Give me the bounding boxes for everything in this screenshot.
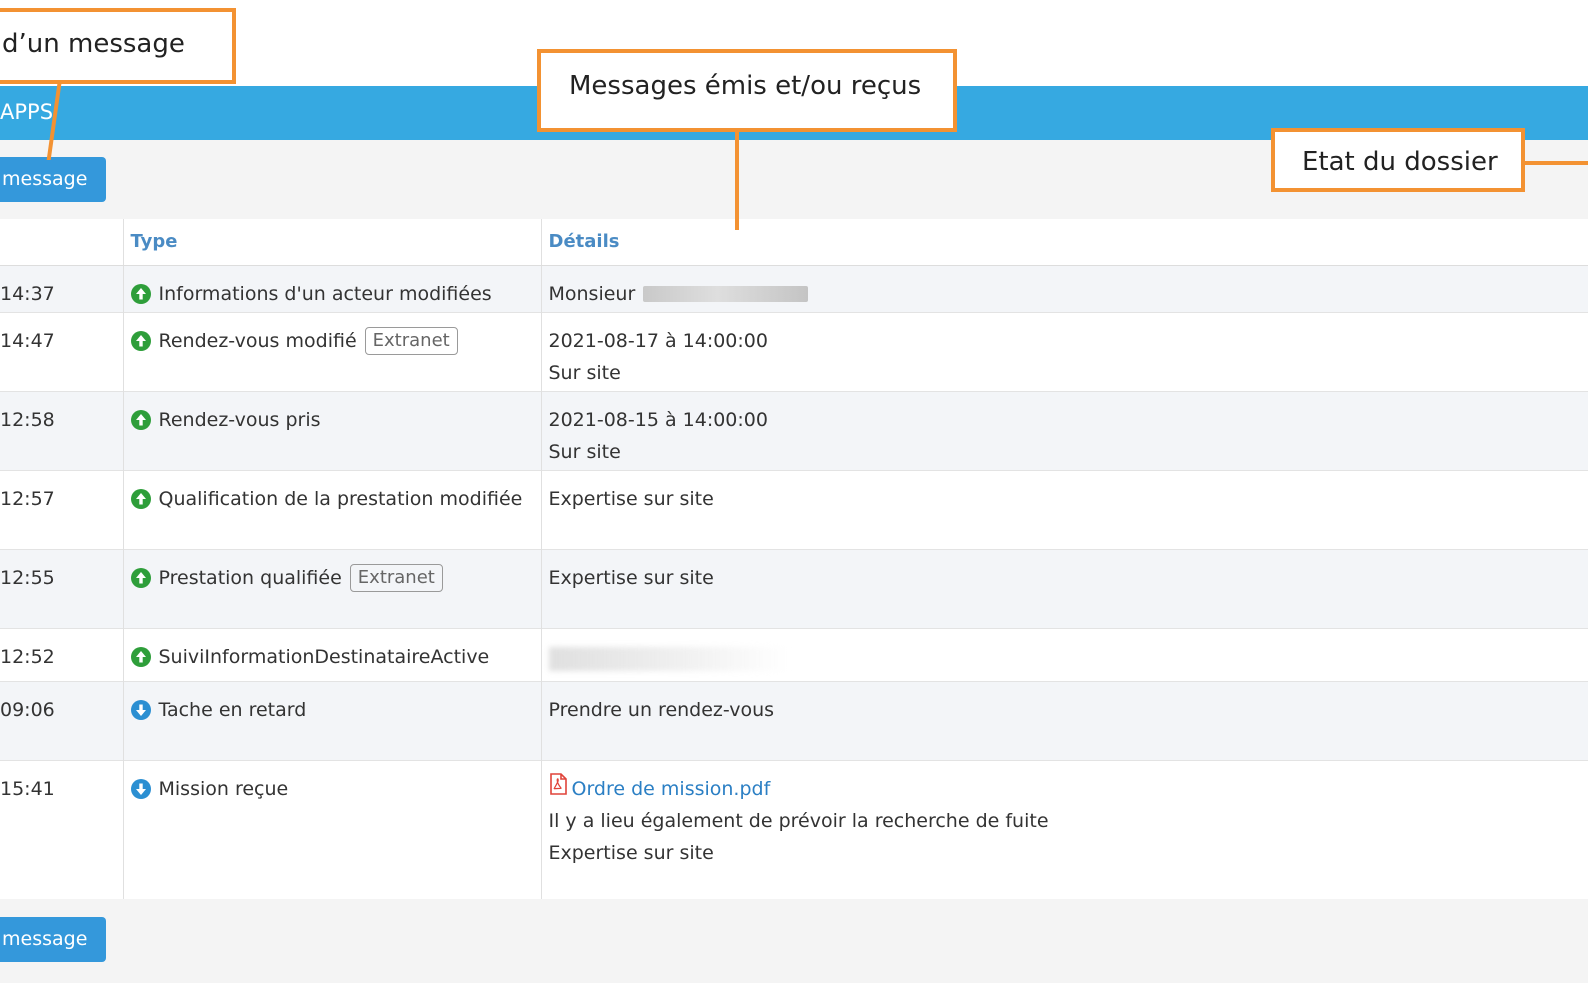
arrow-down-circle-icon [130, 778, 151, 799]
callout-message-sending-text: d’un message [2, 29, 185, 59]
table-row: 09:06 Tache en retard Prendre un rendez-vo… [0, 680, 1588, 760]
arrow-up-circle-icon [130, 409, 151, 430]
table-row: 12:58 Rendez-vous pris 2021-08-15 à 14:00:… [0, 390, 1588, 470]
row-details: Monsieur [540, 264, 1588, 312]
callout-file-status: Etat du dossier [1271, 128, 1525, 192]
callout-file-status-text: Etat du dossier [1302, 147, 1498, 177]
table-row: 12:57 Qualification de la prestation modi… [0, 469, 1588, 549]
row-type: Mission reçue [122, 759, 541, 903]
row-time: 12:52 [0, 627, 123, 681]
row-type: Tache en retard [122, 680, 541, 760]
extranet-tag: Extranet [364, 326, 458, 355]
detail-line: Expertise sur site [549, 562, 1588, 594]
callout-leader-status [1525, 161, 1588, 165]
row-type: Prestation qualifiée Extranet [122, 548, 541, 628]
row-type-label: SuiviInformationDestinataireActive [158, 645, 490, 668]
table-row: 14:37 Informations d'un acteur modifiées M… [0, 264, 1588, 312]
send-message-button-top[interactable]: message [0, 157, 106, 202]
detail-text: Prendre un rendez-vous [548, 698, 775, 721]
table-row: 12:52 SuiviInformationDestinataireActive [0, 627, 1588, 681]
row-time: 12:55 [0, 548, 123, 628]
arrow-up-circle-icon [130, 330, 151, 351]
detail-text: Expertise sur site [548, 566, 714, 589]
app-title: APPS [0, 100, 54, 124]
row-details: Prendre un rendez-vous [540, 680, 1588, 760]
pdf-file-icon [549, 773, 567, 805]
row-type: Rendez-vous pris [122, 390, 541, 470]
message-history-table: Type Détails 14:37 Informations d'un acte… [0, 219, 1588, 903]
detail-text: Sur site [548, 361, 621, 384]
detail-text: Expertise sur site [548, 487, 714, 510]
row-details: 2021-08-17 à 14:00:00 Sur site [540, 311, 1588, 391]
row-type-label: Rendez-vous pris [158, 408, 321, 431]
redacted-name [643, 286, 809, 302]
detail-text: Il y a lieu également de prévoir la rech… [548, 810, 1049, 832]
column-header-details: Détails [540, 219, 1588, 266]
row-type-label: Tache en retard [158, 698, 307, 721]
callout-message-sending: d’un message [0, 8, 236, 84]
detail-text: Expertise sur site [548, 842, 714, 864]
table-header-row: Type Détails [0, 219, 1588, 266]
arrow-up-circle-icon [130, 283, 151, 304]
arrow-up-circle-icon [130, 488, 151, 509]
row-type-label: Mission reçue [158, 777, 289, 800]
row-details: Expertise sur site [540, 548, 1588, 628]
row-time: 12:58 [0, 390, 123, 470]
table-row: 15:41 Mission reçue Ordre de mission.pdf Il… [0, 759, 1588, 903]
detail-line: Expertise sur site [549, 837, 1588, 869]
detail-line: 2021-08-17 à 14:00:00 [549, 325, 1588, 357]
detail-line: Expertise sur site [549, 483, 1588, 515]
callout-messages-text: Messages émis et/ou reçus [569, 71, 922, 101]
arrow-up-circle-icon [130, 646, 151, 667]
detail-line: Il y a lieu également de prévoir la rech… [549, 805, 1588, 837]
row-time: 09:06 [0, 680, 123, 760]
row-type-label: Rendez-vous modifié [158, 329, 357, 352]
row-type-label: Informations d'un acteur modifiées [158, 282, 492, 305]
send-message-button-bottom[interactable]: message [0, 917, 106, 962]
row-time: 14:47 [0, 311, 123, 391]
row-type: SuiviInformationDestinataireActive [122, 627, 541, 681]
row-type: Informations d'un acteur modifiées [122, 264, 541, 312]
table-row: 14:47 Rendez-vous modifié Extranet 2021-08-… [0, 311, 1588, 391]
detail-line: 2021-08-15 à 14:00:00 [549, 404, 1588, 436]
row-time: 14:37 [0, 264, 123, 312]
row-type-label: Qualification de la prestation modifiée [158, 487, 523, 510]
pdf-attachment-link[interactable]: Ordre de mission.pdf [549, 773, 1588, 806]
column-header-type: Type [122, 219, 541, 266]
history-screen: APPS message Type Détails 14:37 Informati… [0, 0, 1588, 983]
row-time: 12:57 [0, 469, 123, 549]
row-type-label: Prestation qualifiée [158, 566, 342, 589]
arrow-up-circle-icon [130, 567, 151, 588]
detail-text: 2021-08-17 à 14:00:00 [548, 329, 768, 352]
detail-line: Prendre un rendez-vous [549, 694, 1588, 726]
row-time: 15:41 [0, 759, 123, 903]
extranet-tag: Extranet [349, 563, 443, 592]
detail-text: Monsieur [548, 282, 636, 305]
detail-line: Sur site [549, 357, 1588, 389]
callout-messages-sent-received: Messages émis et/ou reçus [537, 49, 957, 132]
row-details [540, 627, 1588, 681]
row-details: Expertise sur site [540, 469, 1588, 549]
detail-text: Sur site [548, 440, 621, 463]
pdf-attachment-name[interactable]: Ordre de mission.pdf [572, 778, 771, 800]
row-details: 2021-08-15 à 14:00:00 Sur site [540, 390, 1588, 470]
column-header-time [0, 219, 123, 266]
bottom-toolbar [0, 899, 1588, 983]
detail-text: 2021-08-15 à 14:00:00 [548, 408, 768, 431]
detail-line: Monsieur [549, 278, 1588, 310]
row-type: Rendez-vous modifié Extranet [122, 311, 541, 391]
table-row: 12:55 Prestation qualifiée Extranet Experti… [0, 548, 1588, 628]
row-type: Qualification de la prestation modifiée [122, 469, 541, 549]
callout-leader-messages [735, 132, 739, 230]
arrow-down-circle-icon [130, 699, 151, 720]
redacted-details [548, 646, 789, 671]
row-details: Ordre de mission.pdf Il y a lieu égalemen… [540, 759, 1588, 903]
detail-line: Sur site [549, 436, 1588, 468]
table-body: 14:37 Informations d'un acteur modifiées M… [0, 264, 1588, 903]
